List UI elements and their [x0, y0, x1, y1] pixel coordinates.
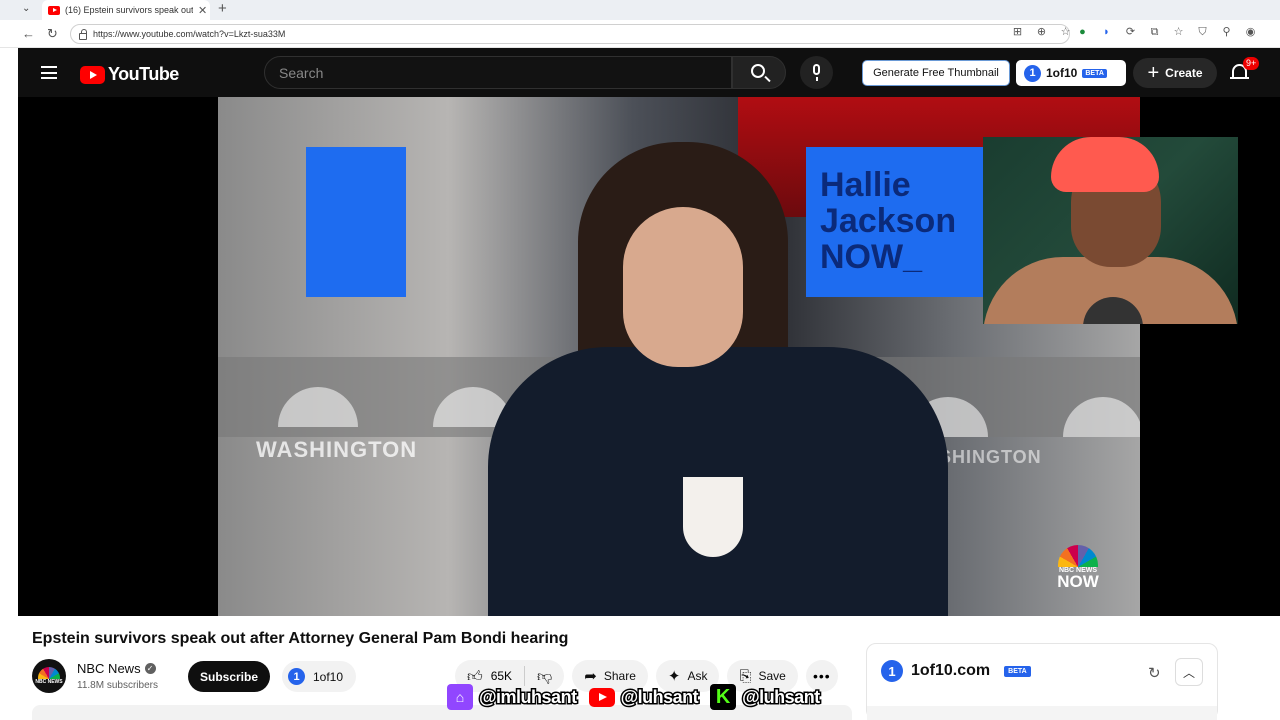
side-panel-tabs — [867, 706, 1217, 720]
kick-icon: K — [710, 684, 737, 710]
beta-badge: BETA — [1004, 665, 1031, 677]
youtube-logo[interactable]: YouTube — [80, 64, 179, 85]
extensions-puzzle-icon[interactable]: ⚲ — [1220, 26, 1233, 39]
youtube-favicon-icon — [48, 5, 60, 15]
microphone-icon — [813, 64, 820, 75]
tab-list-chevron-icon[interactable]: ⌄ — [22, 3, 30, 14]
search-input[interactable] — [265, 57, 731, 88]
grid-icon[interactable]: ⊞ — [1011, 26, 1024, 39]
menu-icon[interactable] — [41, 66, 57, 79]
twitch-handle: @imluhsant — [478, 685, 579, 708]
browser-tab-bar: ⌄ (16) Epstein survivors speak out af ✕ … — [0, 0, 1280, 20]
subscriber-count: 11.8M subscribers — [77, 680, 158, 691]
channel-name-link[interactable]: NBC News ✓ — [77, 661, 156, 676]
extension-icon[interactable]: ● — [1076, 26, 1089, 39]
video-player[interactable]: Hallie Jackson NOW_ WASHINGTON WASHINGTO… — [18, 97, 1280, 616]
youtube-logo-text: YouTube — [108, 64, 179, 84]
lock-icon — [79, 28, 87, 40]
twitch-icon: ⌂ — [447, 684, 473, 710]
oneof10-label: 1of10 — [1046, 66, 1078, 80]
address-bar-row: ← ↻ https://www.youtube.com/watch?v=Lkzt… — [0, 20, 1280, 48]
youtube-icon — [588, 687, 615, 707]
reload-icon[interactable]: ↻ — [47, 26, 58, 42]
browser-tab[interactable]: (16) Epstein survivors speak out af ✕ — [42, 0, 210, 20]
streamer-social-overlay: ⌂ @imluhsant @luhsant K @luhsant — [447, 682, 826, 712]
url-field[interactable]: https://www.youtube.com/watch?v=Lkzt-sua… — [70, 24, 1070, 44]
oneof10-channel-button[interactable]: 1 1of10 — [282, 661, 356, 692]
search-box — [264, 56, 732, 89]
collapse-chevron-up-icon[interactable]: ︿ — [1175, 658, 1203, 686]
search-icon — [751, 64, 765, 78]
shield-icon[interactable]: ⛉ — [1196, 26, 1209, 39]
video-title: Epstein survivors speak out after Attorn… — [32, 630, 569, 647]
channel-avatar[interactable]: NBC NEWS — [32, 659, 66, 693]
address-bar-actions: ⊞ ⊕ ☆ — [1011, 26, 1072, 39]
extensions-toolbar: ● ◗ ⟳ ⧉ ☆ ⛉ ⚲ ◉ — [1076, 26, 1257, 39]
oneof10-logo-icon: 1 — [288, 668, 305, 685]
search-button[interactable] — [732, 56, 786, 89]
washington-wall-text: WASHINGTON — [256, 437, 418, 462]
generate-thumbnail-button[interactable]: Generate Free Thumbnail — [862, 60, 1010, 86]
subscribe-button[interactable]: Subscribe — [188, 661, 270, 692]
kick-handle: @luhsant — [741, 685, 822, 708]
youtube-masthead: YouTube Generate Free Thumbnail 1 1of10 … — [18, 48, 1280, 97]
extension-icon[interactable]: ⟳ — [1124, 26, 1137, 39]
tab-close-icon[interactable]: ✕ — [198, 4, 207, 17]
notification-count-badge: 9+ — [1243, 57, 1260, 70]
oneof10-side-panel: 1 1of10.com BETA ↻ ︿ — [866, 643, 1218, 720]
back-arrow-icon[interactable]: ← — [22, 26, 35, 41]
oneof10-logo-icon: 1 — [881, 660, 903, 682]
oneof10-panel-header: 1 1of10.com BETA — [881, 660, 1031, 682]
youtube-play-icon — [80, 65, 105, 84]
refresh-icon[interactable]: ↻ — [1148, 664, 1161, 682]
beta-badge: BETA — [1082, 68, 1107, 78]
favorites-icon[interactable]: ☆ — [1172, 26, 1185, 39]
streamer-webcam — [983, 137, 1238, 324]
url-text: https://www.youtube.com/watch?v=Lkzt-sua… — [93, 29, 286, 39]
like-count: 65K — [490, 669, 513, 683]
create-button[interactable]: + Create — [1133, 58, 1217, 88]
extension-icon[interactable]: ◗ — [1100, 26, 1113, 39]
create-label: Create — [1165, 66, 1203, 80]
plus-icon: + — [1147, 62, 1160, 84]
new-tab-plus-icon[interactable]: + — [218, 0, 227, 17]
tab-title: (16) Epstein survivors speak out af — [65, 5, 193, 15]
oneof10-logo-icon: 1 — [1024, 64, 1041, 82]
star-icon[interactable]: ☆ — [1059, 26, 1072, 39]
zoom-icon[interactable]: ⊕ — [1035, 26, 1048, 39]
verified-check-icon: ✓ — [144, 663, 156, 674]
studio-screen: Hallie Jackson NOW_ — [806, 147, 996, 297]
side-panel-title: 1of10.com — [911, 662, 991, 679]
nbc-peacock-icon — [38, 667, 60, 679]
oneof10-button[interactable]: 1 1of10 BETA — [1016, 60, 1126, 86]
profile-icon[interactable]: ◉ — [1244, 26, 1257, 39]
voice-search-button[interactable] — [800, 56, 833, 89]
extension-icon[interactable]: ⧉ — [1148, 26, 1161, 39]
nbc-peacock-icon — [1058, 545, 1098, 567]
nbc-news-now-bug: NBC NEWS NOW — [1048, 545, 1108, 590]
youtube-handle: @luhsant — [619, 685, 700, 708]
youtube-page: YouTube Generate Free Thumbnail 1 1of10 … — [18, 48, 1280, 720]
